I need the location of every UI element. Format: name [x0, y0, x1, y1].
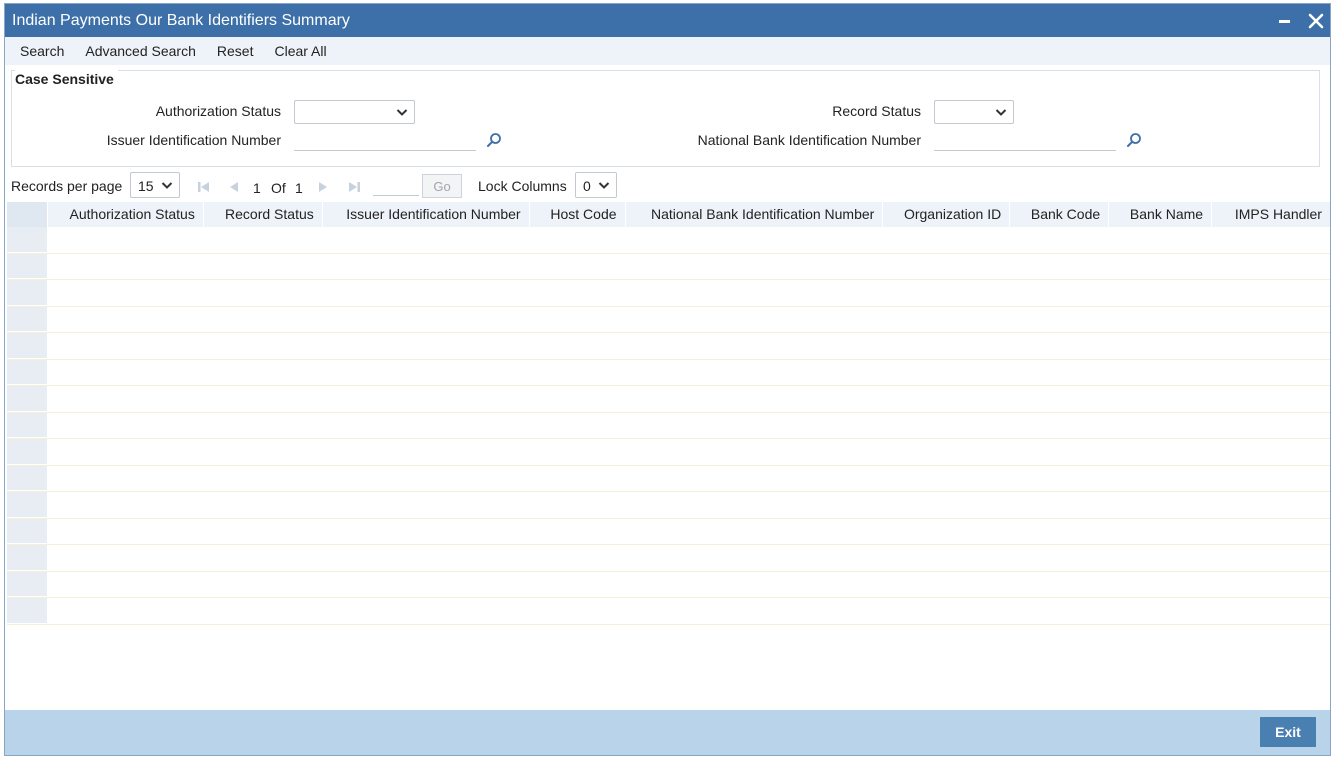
- close-icon[interactable]: [1308, 13, 1324, 29]
- column-header-national-bank-identification-number[interactable]: National Bank Identification Number: [626, 202, 884, 227]
- table-row[interactable]: [7, 465, 1330, 492]
- title-bar: Indian Payments Our Bank Identifiers Sum…: [5, 4, 1330, 37]
- row-select-cell[interactable]: [7, 545, 47, 571]
- footer-bar: Exit: [5, 710, 1330, 755]
- column-header-record-status[interactable]: Record Status: [204, 202, 323, 227]
- pagination-bar: Records per page 15 1 Of 1 Go Lock Colum…: [5, 170, 1330, 203]
- column-header-bank-code[interactable]: Bank Code: [1010, 202, 1110, 227]
- lock-columns-label: Lock Columns: [478, 178, 567, 194]
- national-bank-identification-number-input[interactable]: [934, 129, 1116, 151]
- lock-columns-value: 0: [583, 178, 591, 194]
- table-row[interactable]: [7, 280, 1330, 307]
- grid-body: [7, 227, 1330, 625]
- total-pages: 1: [295, 180, 303, 196]
- table-row[interactable]: [7, 359, 1330, 386]
- row-select-cell[interactable]: [7, 359, 47, 385]
- row-select-cell[interactable]: [7, 253, 47, 279]
- reset-button[interactable]: Reset: [217, 43, 254, 59]
- table-row[interactable]: [7, 571, 1330, 598]
- row-select-cell[interactable]: [7, 306, 47, 332]
- table-row[interactable]: [7, 412, 1330, 439]
- minimize-icon[interactable]: [1279, 20, 1290, 23]
- row-select-cell[interactable]: [7, 439, 47, 465]
- column-header-imps-handler[interactable]: IMPS Handler: [1212, 202, 1330, 227]
- row-select-cell[interactable]: [7, 492, 47, 518]
- chevron-down-icon: [396, 109, 408, 116]
- row-select-cell[interactable]: [7, 412, 47, 438]
- search-icon[interactable]: [1126, 132, 1142, 148]
- records-per-page-value: 15: [138, 178, 154, 194]
- issuer-identification-number-label: Issuer Identification Number: [106, 132, 281, 148]
- window-title: Indian Payments Our Bank Identifiers Sum…: [12, 11, 350, 29]
- chevron-down-icon: [161, 182, 173, 189]
- advanced-search-button[interactable]: Advanced Search: [85, 43, 196, 59]
- authorization-status-select[interactable]: [294, 100, 415, 124]
- column-header-authorization-status[interactable]: Authorization Status: [48, 202, 204, 227]
- table-row[interactable]: [7, 518, 1330, 545]
- lock-columns-select[interactable]: 0: [575, 172, 617, 198]
- table-row[interactable]: [7, 492, 1330, 519]
- go-button[interactable]: Go: [422, 174, 462, 198]
- row-select-cell[interactable]: [7, 465, 47, 491]
- grid-header: Authorization Status Record Status Issue…: [7, 202, 1330, 227]
- of-label: Of: [271, 180, 286, 196]
- table-row[interactable]: [7, 386, 1330, 413]
- search-button[interactable]: Search: [20, 43, 64, 59]
- row-select-cell[interactable]: [7, 571, 47, 597]
- authorization-status-label: Authorization Status: [155, 103, 281, 119]
- results-grid: Authorization Status Record Status Issue…: [7, 202, 1330, 625]
- exit-button[interactable]: Exit: [1260, 717, 1316, 747]
- toolbar: Search Advanced Search Reset Clear All: [5, 37, 1330, 65]
- last-page-icon[interactable]: [347, 180, 361, 194]
- table-row[interactable]: [7, 306, 1330, 333]
- clear-all-button[interactable]: Clear All: [274, 43, 326, 59]
- records-per-page-label: Records per page: [11, 178, 123, 194]
- table-row[interactable]: [7, 598, 1330, 625]
- table-row[interactable]: [7, 227, 1330, 254]
- record-status-select[interactable]: [934, 100, 1014, 124]
- chevron-down-icon: [995, 109, 1007, 116]
- issuer-identification-number-input[interactable]: [294, 129, 476, 151]
- row-select-cell[interactable]: [7, 386, 47, 412]
- row-select-cell[interactable]: [7, 227, 47, 253]
- table-row[interactable]: [7, 333, 1330, 360]
- column-header-bank-name[interactable]: Bank Name: [1109, 202, 1213, 227]
- column-header-host-code[interactable]: Host Code: [530, 202, 626, 227]
- search-icon[interactable]: [486, 132, 502, 148]
- summary-window: Indian Payments Our Bank Identifiers Sum…: [4, 3, 1331, 756]
- case-sensitive-legend: Case Sensitive: [15, 70, 118, 88]
- national-bank-identification-number-label: National Bank Identification Number: [697, 132, 921, 148]
- first-page-icon[interactable]: [197, 180, 211, 194]
- column-header-organization-id[interactable]: Organization ID: [883, 202, 1011, 227]
- previous-page-icon[interactable]: [227, 180, 241, 194]
- record-status-label: Record Status: [832, 103, 921, 119]
- next-page-icon[interactable]: [316, 180, 330, 194]
- current-page-number: 1: [253, 180, 261, 196]
- records-per-page-select[interactable]: 15: [130, 172, 180, 198]
- row-select-cell[interactable]: [7, 598, 47, 624]
- table-row[interactable]: [7, 545, 1330, 572]
- table-row[interactable]: [7, 253, 1330, 280]
- chevron-down-icon: [598, 182, 610, 189]
- select-all-cell[interactable]: [7, 202, 48, 227]
- row-select-cell[interactable]: [7, 280, 47, 306]
- column-header-issuer-identification-number[interactable]: Issuer Identification Number: [323, 202, 530, 227]
- row-select-cell[interactable]: [7, 518, 47, 544]
- go-to-page-input[interactable]: [373, 174, 419, 196]
- table-row[interactable]: [7, 439, 1330, 466]
- row-select-cell[interactable]: [7, 333, 47, 359]
